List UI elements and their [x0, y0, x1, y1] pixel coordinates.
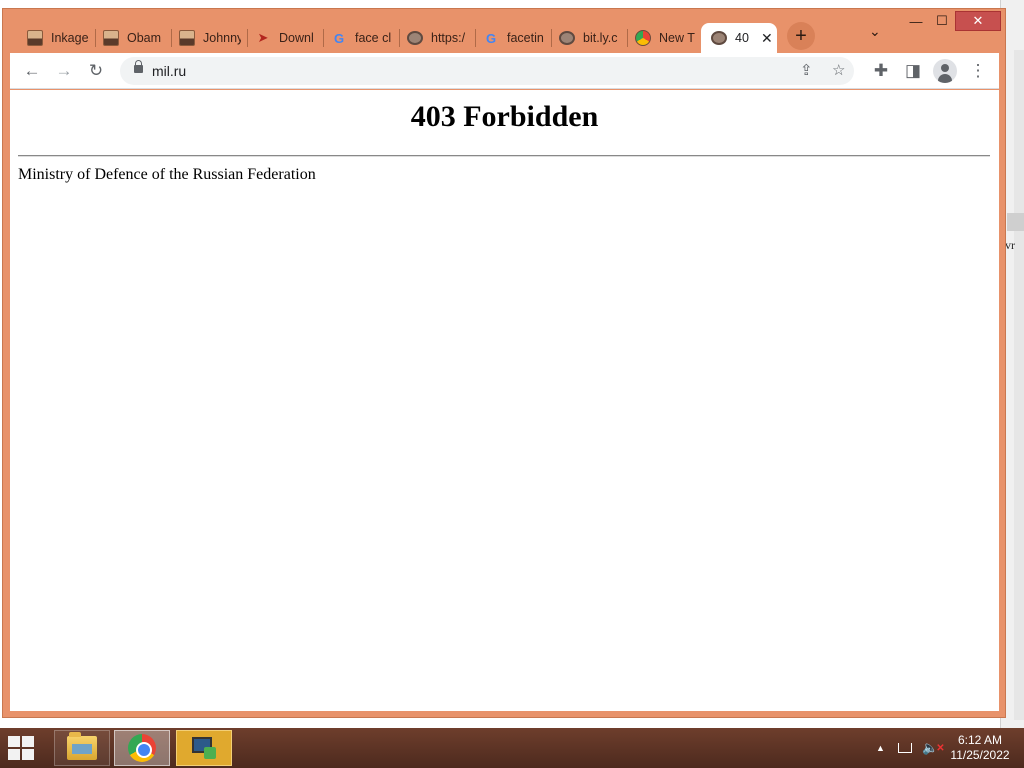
show-hidden-icons-icon[interactable]: ▲	[876, 728, 885, 768]
face-icon	[27, 30, 43, 46]
file-explorer-taskbar-button[interactable]	[54, 730, 110, 766]
clock-time: 6:12 AM	[957, 733, 1003, 747]
globe-icon	[407, 31, 423, 45]
google-icon: G	[485, 30, 497, 46]
side-panel-icon[interactable]: ◨	[901, 59, 925, 83]
reload-icon[interactable]: ↻	[84, 59, 108, 83]
tab-title: New T	[659, 31, 695, 45]
download-icon: ➤	[257, 30, 269, 45]
network-tool-taskbar-button[interactable]	[176, 730, 232, 766]
tab-title: face cl	[355, 31, 392, 45]
chrome-icon	[128, 734, 156, 762]
close-window-button[interactable]: ✕	[955, 11, 1001, 31]
volume-muted-icon[interactable]: 🔈 ✕	[922, 728, 945, 768]
plus-icon: +	[795, 24, 807, 47]
tab-title: Inkage	[51, 31, 89, 45]
face-icon	[103, 30, 119, 46]
google-icon: G	[333, 30, 345, 46]
server-signature: Ministry of Defence of the Russian Feder…	[18, 166, 316, 183]
background-scroll-thumb[interactable]	[1007, 213, 1024, 231]
share-icon[interactable]: ⇪	[800, 61, 813, 79]
bookmark-star-icon[interactable]: ☆	[832, 61, 845, 79]
tab-3[interactable]: Johnny	[169, 23, 247, 53]
more-menu-icon[interactable]: ⋮	[966, 59, 990, 83]
clock-date: 11/25/2022	[950, 748, 1010, 762]
tab-1[interactable]: Inkage	[17, 23, 95, 53]
tab-title: Obam	[127, 31, 162, 45]
taskbar: ▲ 🔈 ✕ 6:12 AM 11/25/2022	[0, 728, 1024, 768]
network-app-icon	[190, 735, 218, 761]
tab-title: Downl	[279, 31, 314, 45]
tab-title: facetin	[507, 31, 544, 45]
tab-title: 403	[735, 31, 749, 45]
tab-9[interactable]: New T	[625, 23, 703, 53]
chrome-window: Inkage Obam Johnny ➤ Downl G face cl htt…	[2, 8, 1006, 718]
lock-icon[interactable]	[134, 60, 143, 73]
globe-icon	[559, 31, 575, 45]
page-content: 403 Forbidden Ministry of Defence of the…	[10, 90, 999, 711]
tab-6[interactable]: https:/	[397, 23, 475, 53]
globe-icon	[711, 31, 727, 45]
address-bar[interactable]: mil.ru ⇪ ☆	[120, 57, 854, 85]
url-text[interactable]: mil.ru	[152, 63, 186, 79]
tab-title: https:/	[431, 31, 466, 45]
tab-7[interactable]: G facetin	[473, 23, 551, 53]
close-tab-icon[interactable]: ✕	[761, 30, 773, 47]
chrome-taskbar-button[interactable]	[114, 730, 170, 766]
back-arrow-icon[interactable]: ←	[20, 59, 44, 83]
background-scrollbar[interactable]	[1014, 50, 1024, 720]
profile-avatar-icon[interactable]	[933, 59, 957, 83]
tab-title: Johnny	[203, 31, 241, 45]
system-clock[interactable]: 6:12 AM 11/25/2022	[944, 733, 1016, 763]
background-text-fragment: vr	[1005, 238, 1015, 252]
tab-active-403[interactable]: 403 ✕	[701, 23, 777, 53]
minimize-button[interactable]: —	[903, 11, 929, 31]
tab-2[interactable]: Obam	[93, 23, 171, 53]
tab-5[interactable]: G face cl	[321, 23, 399, 53]
face-icon	[179, 30, 195, 46]
forward-arrow-icon[interactable]: →	[52, 59, 76, 83]
chrome-icon	[635, 30, 651, 46]
tab-8[interactable]: bit.ly.c	[549, 23, 627, 53]
extensions-puzzle-icon[interactable]: ✚	[869, 59, 893, 83]
network-icon[interactable]	[898, 728, 914, 768]
divider	[18, 155, 990, 157]
tab-search-chevron-icon[interactable]: ⌄	[869, 23, 881, 40]
folder-icon	[67, 732, 97, 760]
page-title: 403 Forbidden	[410, 100, 599, 133]
tab-4[interactable]: ➤ Downl	[245, 23, 323, 53]
browser-toolbar: ← → ↻ mil.ru ⇪ ☆ ✚ ◨ ⋮	[10, 53, 999, 89]
tab-title: bit.ly.c	[583, 31, 618, 45]
windows-start-button[interactable]	[8, 736, 40, 762]
tab-strip: Inkage Obam Johnny ➤ Downl G face cl htt…	[3, 9, 1005, 53]
new-tab-button[interactable]: +	[787, 22, 815, 50]
maximize-button[interactable]: ☐	[929, 11, 955, 31]
